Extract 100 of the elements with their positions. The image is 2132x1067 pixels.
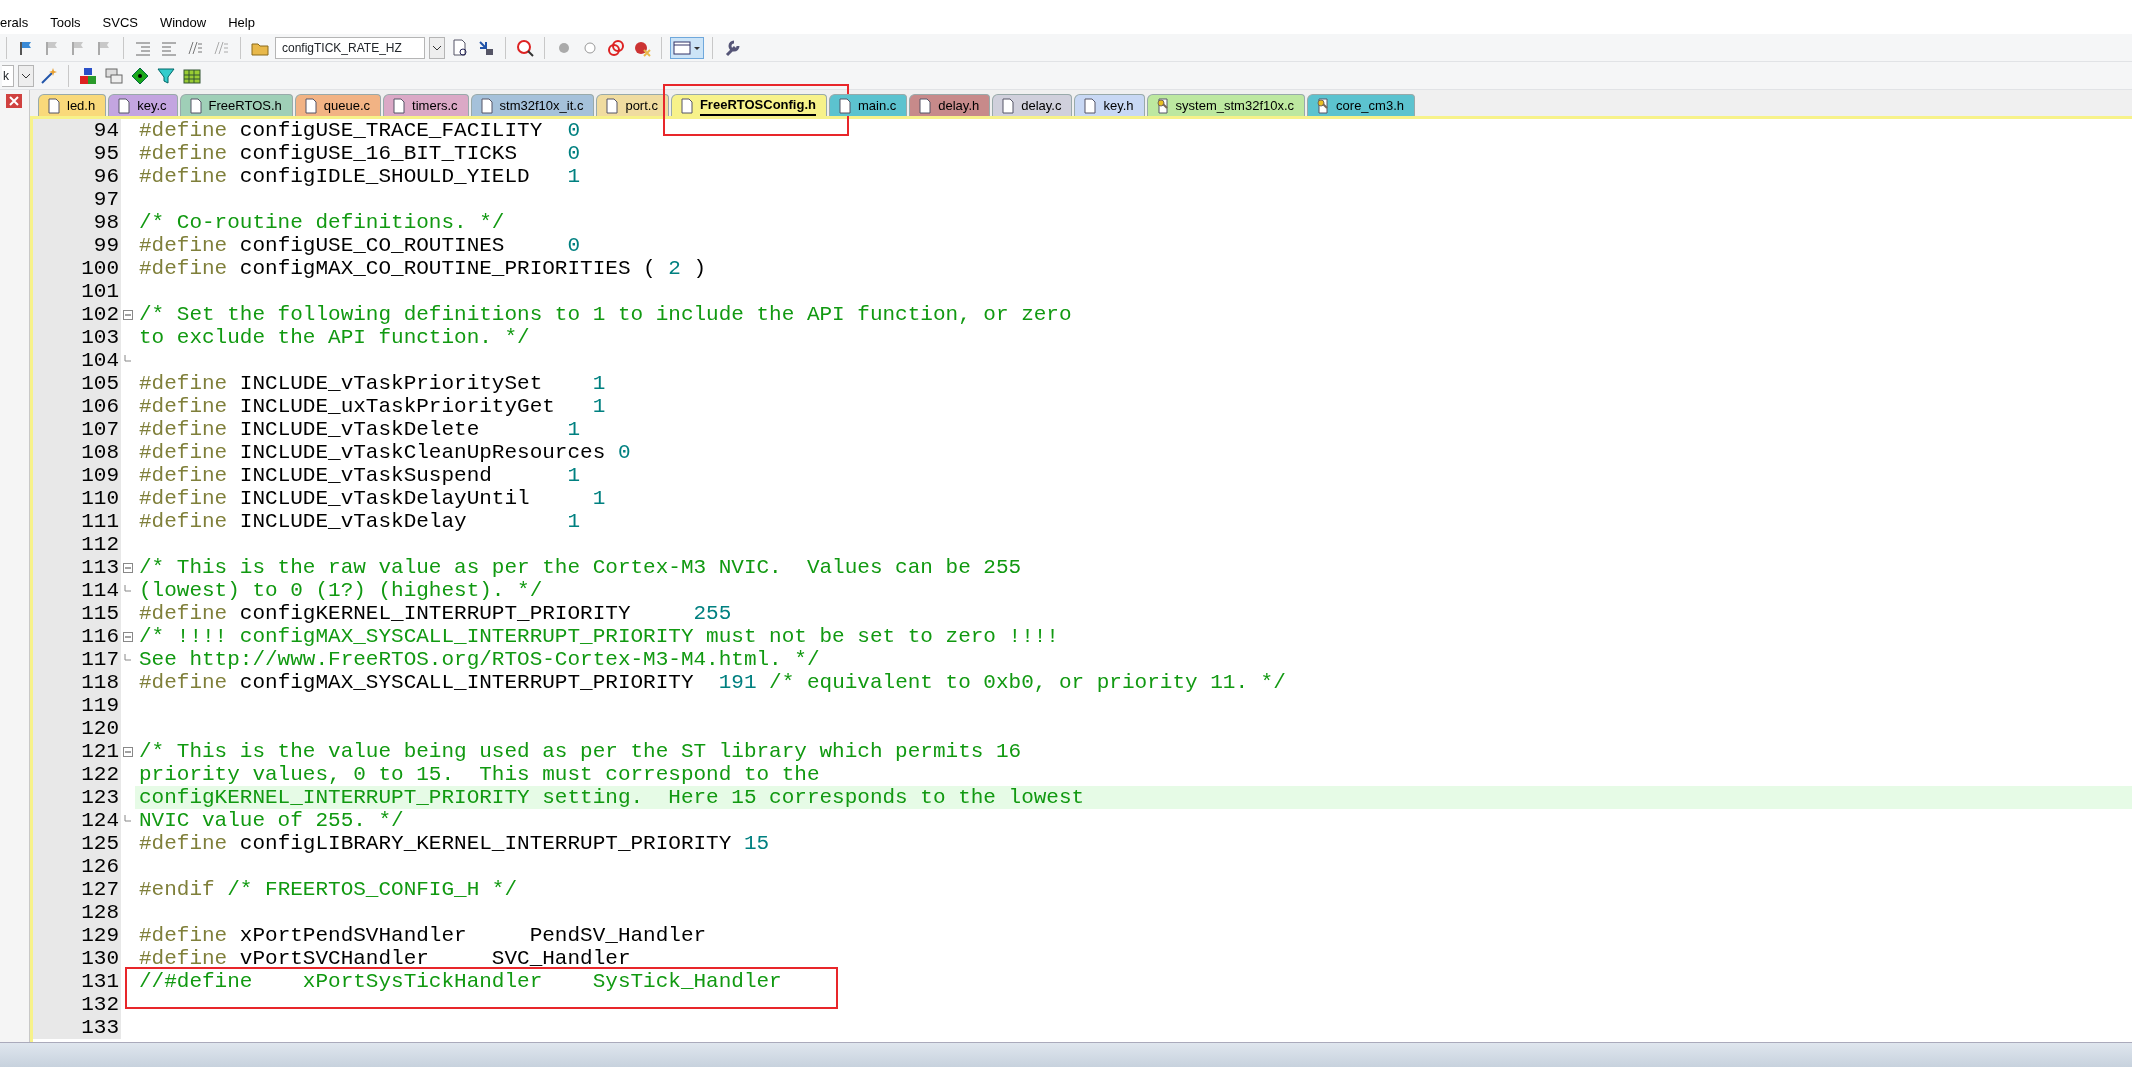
code-line: (lowest) to 0 (1?) (highest). */ [139, 579, 543, 602]
code-line: /* Set the following definitions to 1 to include the API function, or zero [139, 303, 1072, 326]
code-line: #define configUSE_16_BIT_TICKS 0 [139, 142, 581, 165]
code-line: #define configKERNEL_INTERRUPT_PRIORITY 255 [139, 602, 732, 625]
magnifier-icon[interactable] [516, 38, 534, 57]
line-number: 126 [33, 855, 121, 878]
menu-item[interactable]: erals [0, 13, 39, 33]
magic-wand-icon[interactable] [40, 66, 58, 85]
document-search-icon[interactable] [451, 38, 469, 57]
fold-icon[interactable] [123, 631, 133, 642]
menu-item[interactable]: Tools [50, 13, 91, 33]
line-number: 124 [33, 809, 121, 832]
line-number: 97 [33, 188, 121, 211]
code-line: #define configIDLE_SHOULD_YIELD 1 [139, 165, 581, 188]
line-number: 129 [33, 924, 121, 947]
code-line: #define INCLUDE_uxTaskPriorityGet 1 [139, 395, 606, 418]
code-line: /* This is the value being used as per the ST library which permits 16 [139, 740, 1022, 763]
arrows-icon[interactable] [477, 38, 495, 57]
editor-tab[interactable]: delay.h [909, 94, 991, 116]
line-number: 95 [33, 142, 121, 165]
editor-tab[interactable]: stm32f10x_it.c [470, 94, 595, 116]
comment-icon[interactable] [187, 39, 203, 56]
editor-tab[interactable]: queue.c [294, 94, 382, 116]
code-line: #define configMAX_CO_ROUTINE_PRIORITIES ( 2 ) [139, 257, 707, 280]
file-icon [837, 97, 852, 114]
line-number: 110 [33, 487, 121, 510]
diamond-icon[interactable] [131, 66, 149, 85]
line-number: 130 [33, 947, 121, 970]
fold-icon[interactable] [123, 562, 133, 573]
editor-tab[interactable]: timers.c [383, 94, 469, 116]
editor-tab[interactable]: FreeRTOS.h [179, 94, 293, 116]
code-line: #define INCLUDE_vTaskDelay 1 [139, 510, 581, 533]
line-number: 102 [33, 303, 121, 326]
line-number: 118 [33, 671, 121, 694]
line-number: 111 [33, 510, 121, 533]
funnel-icon[interactable] [157, 66, 175, 85]
editor-tab[interactable]: core_cm3.h [1307, 94, 1415, 116]
window-icon[interactable] [673, 39, 701, 56]
editor-tab[interactable]: port.c [596, 94, 669, 116]
line-number: 128 [33, 901, 121, 924]
code-line: configKERNEL_INTERRUPT_PRIORITY setting. Here 15 corresponds to the lowest [139, 786, 1085, 809]
line-number: 119 [33, 694, 121, 717]
editor-tab[interactable]: key.c [108, 94, 178, 116]
line-number: 113 [33, 556, 121, 579]
line-number: 96 [33, 165, 121, 188]
code-line: See http://www.FreeRTOS.org/RTOS-Cortex-M3-M4.html. */ [139, 648, 820, 671]
line-number: 105 [33, 372, 121, 395]
code-line: #define configLIBRARY_KERNEL_INTERRUPT_PRIORITY 15 [139, 832, 770, 855]
line-number: 106 [33, 395, 121, 418]
code-line: #define configUSE_CO_ROUTINES 0 [139, 234, 581, 257]
menu-item[interactable]: Window [159, 13, 217, 33]
line-number: 101 [33, 280, 121, 303]
editor-tab[interactable]: main.c [828, 94, 908, 116]
editor-tab[interactable]: system_stm32f10x.c [1146, 94, 1306, 116]
target-combo[interactable]: k [2, 64, 14, 87]
grid-icon[interactable] [183, 66, 201, 85]
line-number: 116 [33, 625, 121, 648]
line-number: 133 [33, 1016, 121, 1039]
editor-tab[interactable]: key.h [1074, 94, 1145, 116]
line-number: 120 [33, 717, 121, 740]
line-number: 109 [33, 464, 121, 487]
line-number: 123 [33, 786, 121, 809]
code-line: #define configMAX_SYSCALL_INTERRUPT_PRIORITY 191 /* equivalent to 0xb0, or priority 11. */ [139, 671, 1286, 694]
code-line: #define INCLUDE_vTaskDelayUntil 1 [139, 487, 606, 510]
fold-icon[interactable] [123, 309, 133, 320]
editor-tab[interactable]: led.h [38, 94, 107, 116]
fold-icon[interactable] [123, 746, 133, 757]
line-number: 112 [33, 533, 121, 556]
line-number: 117 [33, 648, 121, 671]
line-number: 127 [33, 878, 121, 901]
line-number: 131 [33, 970, 121, 993]
flag-icon[interactable] [18, 39, 34, 56]
line-number: 103 [33, 326, 121, 349]
editor-tab[interactable]: FreeRTOSConfig.h [670, 94, 827, 116]
editor-tab[interactable]: delay.c [992, 94, 1073, 116]
file-icon [47, 97, 61, 114]
windows-icon[interactable] [105, 66, 123, 85]
linked-circles-icon[interactable] [607, 38, 625, 57]
line-number: 100 [33, 257, 121, 280]
file-icon [392, 97, 407, 114]
wrench-icon[interactable] [723, 38, 741, 57]
find-combo[interactable]: configTICK_RATE_HZ [275, 36, 425, 59]
line-number: 114 [33, 579, 121, 602]
menu-item[interactable]: Help [228, 13, 265, 33]
horizontal-scrollbar[interactable] [0, 1042, 2132, 1067]
file-icon [303, 97, 318, 114]
file-icon [918, 97, 933, 114]
code-line: //#define xPortSysTickHandler SysTick_Handler [139, 970, 782, 993]
code-line: #define vPortSVCHandler SVC_Handler [139, 947, 631, 970]
menu-item[interactable]: SVCS [102, 13, 148, 33]
code-line: #define INCLUDE_vTaskPrioritySet 1 [139, 372, 606, 395]
line-number: 122 [33, 763, 121, 786]
code-line: /* This is the raw value as per the Cortex-M3 NVIC. Values can be 255 [139, 556, 1022, 579]
code-line: /* Co-routine definitions. */ [139, 211, 505, 234]
file-icon [679, 97, 694, 114]
line-number: 132 [33, 993, 121, 1016]
close-icon[interactable] [6, 94, 22, 108]
file-icon [188, 97, 203, 114]
blocks-icon[interactable] [79, 66, 97, 85]
file-icon [1001, 97, 1016, 114]
